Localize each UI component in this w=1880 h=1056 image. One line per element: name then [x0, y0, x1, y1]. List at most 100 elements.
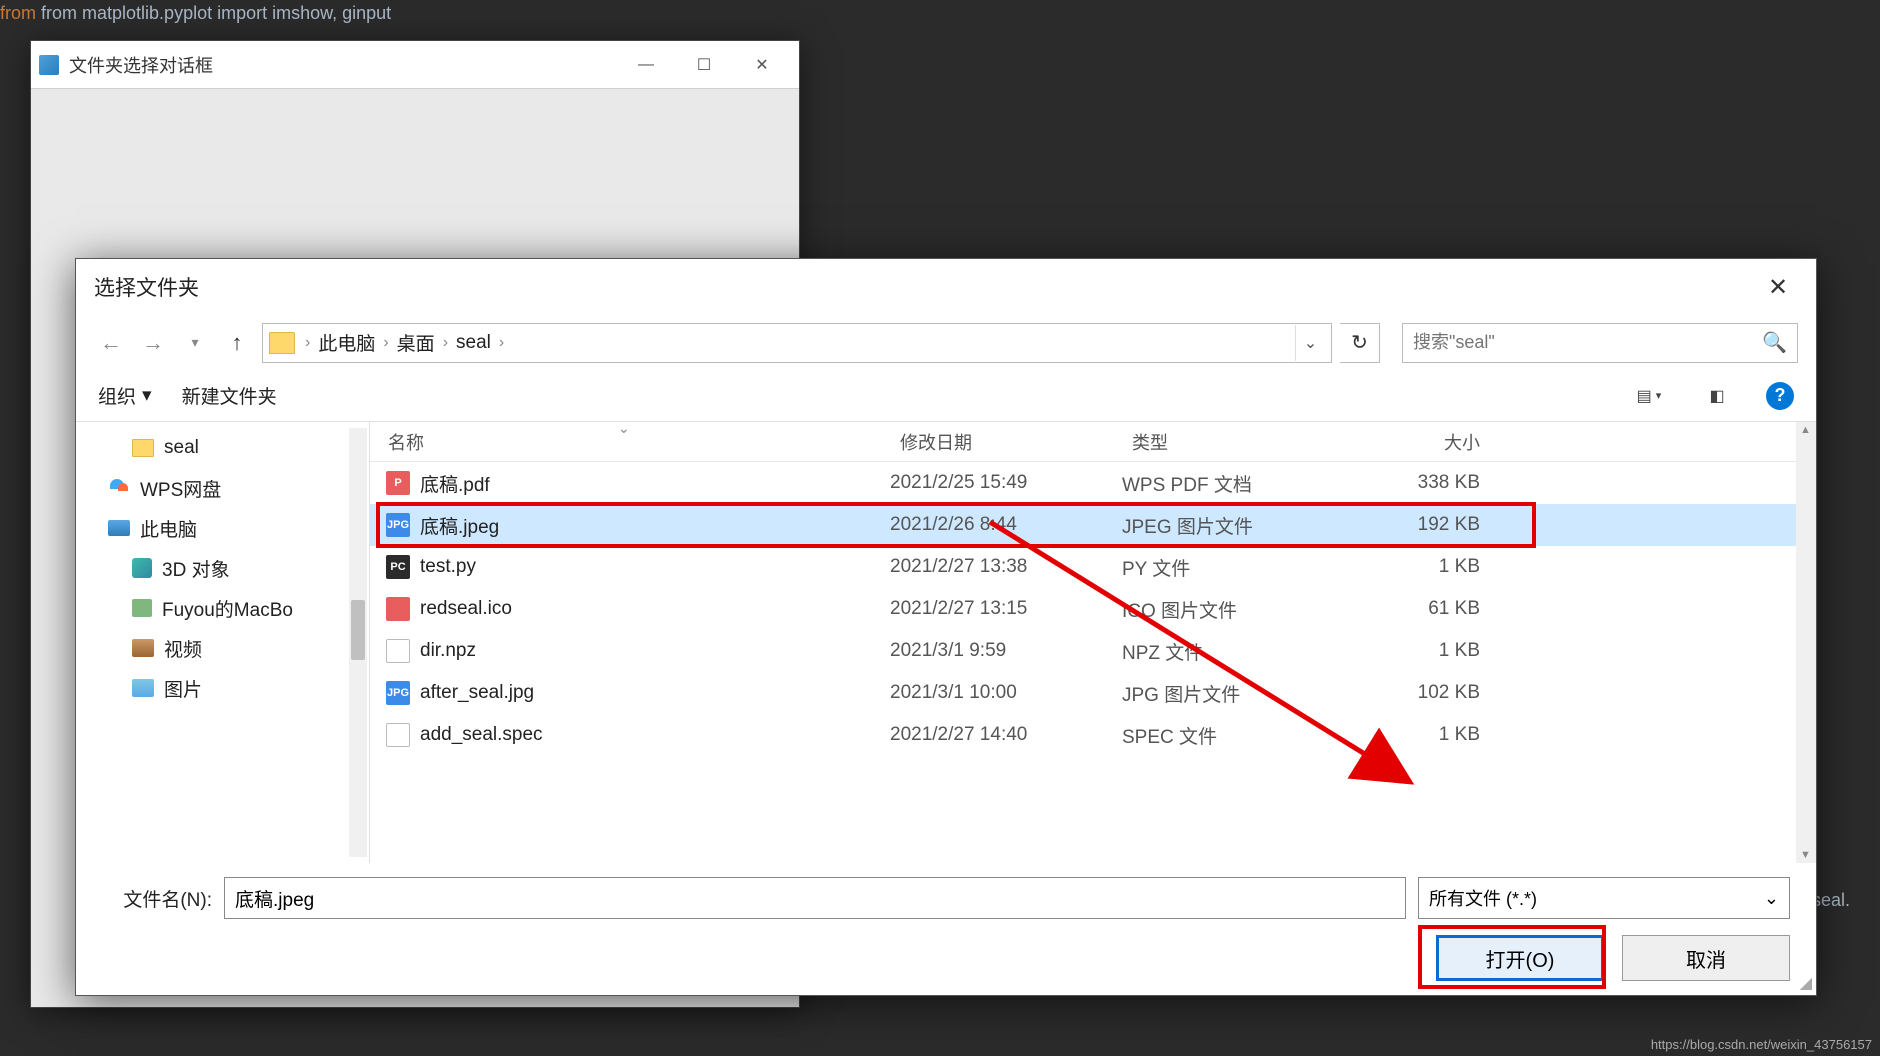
column-type[interactable]: 类型 [1122, 429, 1360, 455]
file-type: SPEC 文件 [1122, 722, 1360, 749]
file-row[interactable]: dir.npz2021/3/1 9:59NPZ 文件1 KB [370, 630, 1816, 672]
file-date: 2021/3/1 10:00 [890, 682, 1122, 704]
file-size: 1 KB [1360, 724, 1510, 746]
device-icon [132, 599, 152, 617]
file-type: PY 文件 [1122, 554, 1360, 581]
tree-item-this-pc[interactable]: 此电脑 [76, 508, 369, 548]
cube-icon [132, 558, 152, 578]
wps-icon [108, 477, 130, 499]
folder-tree: seal WPS网盘 此电脑 3D 对象 Fuyou的MacBo 视频 图片 [76, 422, 370, 863]
file-date: 2021/2/25 15:49 [890, 472, 1122, 494]
refresh-button[interactable]: ↻ [1340, 323, 1380, 363]
file-size: 102 KB [1360, 682, 1510, 704]
minimize-button[interactable]: — [617, 45, 675, 85]
tree-item-macbook[interactable]: Fuyou的MacBo [76, 588, 369, 628]
code-hint: seal. [1812, 890, 1850, 911]
file-date: 2021/3/1 9:59 [890, 640, 1122, 662]
search-box[interactable]: 🔍 [1402, 323, 1798, 363]
search-icon: 🔍 [1762, 330, 1787, 355]
toolbar: 组织▾ 新建文件夹 ▤ ▾ ◧ ? [76, 370, 1816, 422]
file-icon: P [386, 471, 410, 495]
chevron-right-icon: › [441, 334, 450, 352]
video-icon [132, 639, 154, 657]
file-row[interactable]: redseal.ico2021/2/27 13:15ICO 图片文件61 KB [370, 588, 1816, 630]
nav-recent-dropdown[interactable]: ▾ [178, 326, 212, 360]
breadcrumb-dropdown[interactable]: ⌄ [1295, 325, 1325, 361]
nav-up-button[interactable]: ↑ [220, 326, 254, 360]
nav-back-button[interactable]: ← [94, 326, 128, 360]
file-size: 192 KB [1360, 514, 1510, 536]
dialog-footer: 文件名(N): 所有文件 (*.*) ⌄ 打开(O) 取消 ◢ [76, 863, 1816, 995]
file-size: 61 KB [1360, 598, 1510, 620]
chevron-down-icon: ⌄ [1764, 888, 1779, 909]
code-line: from matplotlib.pyplot import imshow, gi… [41, 3, 391, 23]
tree-item-video[interactable]: 视频 [76, 628, 369, 668]
file-icon: JPG [386, 513, 410, 537]
tree-item-wps[interactable]: WPS网盘 [76, 468, 369, 508]
file-name: after_seal.jpg [420, 682, 890, 704]
column-date[interactable]: 修改日期 [890, 429, 1122, 455]
file-name: 底稿.pdf [420, 470, 890, 497]
file-type: JPG 图片文件 [1122, 680, 1360, 707]
breadcrumb-seal[interactable]: seal [450, 332, 497, 354]
file-name: dir.npz [420, 640, 890, 662]
resize-grip[interactable]: ◢ [1800, 973, 1812, 993]
column-size[interactable]: 大小 [1360, 429, 1510, 455]
breadcrumb-desktop[interactable]: 桌面 [391, 329, 441, 356]
help-button[interactable]: ? [1766, 382, 1794, 410]
filename-input[interactable] [224, 877, 1406, 919]
file-list-header: 名称 修改日期 类型 大小 [370, 422, 1816, 462]
file-row[interactable]: P 底稿.pdf2021/2/25 15:49WPS PDF 文档338 KB [370, 462, 1816, 504]
close-button[interactable]: ✕ [733, 45, 791, 85]
maximize-button[interactable]: ☐ [675, 45, 733, 85]
file-size: 338 KB [1360, 472, 1510, 494]
nav-row: ← → ▾ ↑ › 此电脑 › 桌面 › seal › ⌄ ↻ 🔍 [76, 315, 1816, 370]
file-name: test.py [420, 556, 890, 578]
file-open-dialog: 选择文件夹 ✕ ← → ▾ ↑ › 此电脑 › 桌面 › seal › ⌄ ↻ … [75, 258, 1817, 996]
dialog-title: 选择文件夹 [94, 272, 1758, 302]
pictures-icon [132, 679, 154, 697]
dialog-close-button[interactable]: ✕ [1758, 267, 1798, 307]
open-button[interactable]: 打开(O) [1436, 935, 1604, 981]
breadcrumb-this-pc[interactable]: 此电脑 [312, 329, 381, 356]
preview-pane-button[interactable]: ◧ [1698, 380, 1736, 412]
new-folder-button[interactable]: 新建文件夹 [182, 382, 277, 409]
file-type: ICO 图片文件 [1122, 596, 1360, 623]
chevron-down-icon: ▾ [142, 384, 152, 407]
tree-scrollbar[interactable] [349, 428, 367, 857]
file-date: 2021/2/27 13:38 [890, 556, 1122, 578]
file-type: JPEG 图片文件 [1122, 512, 1360, 539]
tree-item-pictures[interactable]: 图片 [76, 668, 369, 708]
tree-item-3d-objects[interactable]: 3D 对象 [76, 548, 369, 588]
search-input[interactable] [1413, 332, 1762, 353]
file-row[interactable]: JPGafter_seal.jpg2021/3/1 10:00JPG 图片文件1… [370, 672, 1816, 714]
dialog-body: seal WPS网盘 此电脑 3D 对象 Fuyou的MacBo 视频 图片 ⌄… [76, 422, 1816, 863]
file-name: add_seal.spec [420, 724, 890, 746]
file-size: 1 KB [1360, 640, 1510, 662]
file-row[interactable]: PCtest.py2021/2/27 13:38PY 文件1 KB [370, 546, 1816, 588]
tree-item-seal[interactable]: seal [76, 428, 369, 468]
chevron-right-icon: › [497, 334, 506, 352]
parent-titlebar: 文件夹选择对话框 — ☐ ✕ [31, 41, 799, 89]
file-type-filter[interactable]: 所有文件 (*.*) ⌄ [1418, 877, 1790, 919]
watermark: https://blog.csdn.net/weixin_43756157 [1651, 1037, 1872, 1052]
file-date: 2021/2/27 13:15 [890, 598, 1122, 620]
breadcrumb-bar[interactable]: › 此电脑 › 桌面 › seal › ⌄ [262, 323, 1332, 363]
filename-label: 文件名(N): [102, 885, 212, 912]
monitor-icon [108, 520, 130, 536]
button-row: 打开(O) 取消 [102, 935, 1790, 981]
nav-forward-button[interactable]: → [136, 326, 170, 360]
file-type: WPS PDF 文档 [1122, 470, 1360, 497]
organize-menu[interactable]: 组织▾ [98, 382, 152, 409]
file-row[interactable]: add_seal.spec2021/2/27 14:40SPEC 文件1 KB [370, 714, 1816, 756]
file-size: 1 KB [1360, 556, 1510, 578]
file-list: ⌄ 名称 修改日期 类型 大小 P底稿.pdf2021/2/25 15:49WP… [370, 422, 1816, 863]
parent-dialog-title: 文件夹选择对话框 [69, 52, 617, 78]
file-date: 2021/2/26 8:44 [890, 514, 1122, 536]
view-mode-button[interactable]: ▤ ▾ [1630, 380, 1668, 412]
column-name[interactable]: 名称 [370, 429, 890, 455]
chevron-right-icon: › [303, 334, 312, 352]
file-list-scrollbar[interactable] [1796, 422, 1816, 863]
cancel-button[interactable]: 取消 [1622, 935, 1790, 981]
file-row[interactable]: JPG底稿.jpeg2021/2/26 8:44JPEG 图片文件192 KB [370, 504, 1816, 546]
